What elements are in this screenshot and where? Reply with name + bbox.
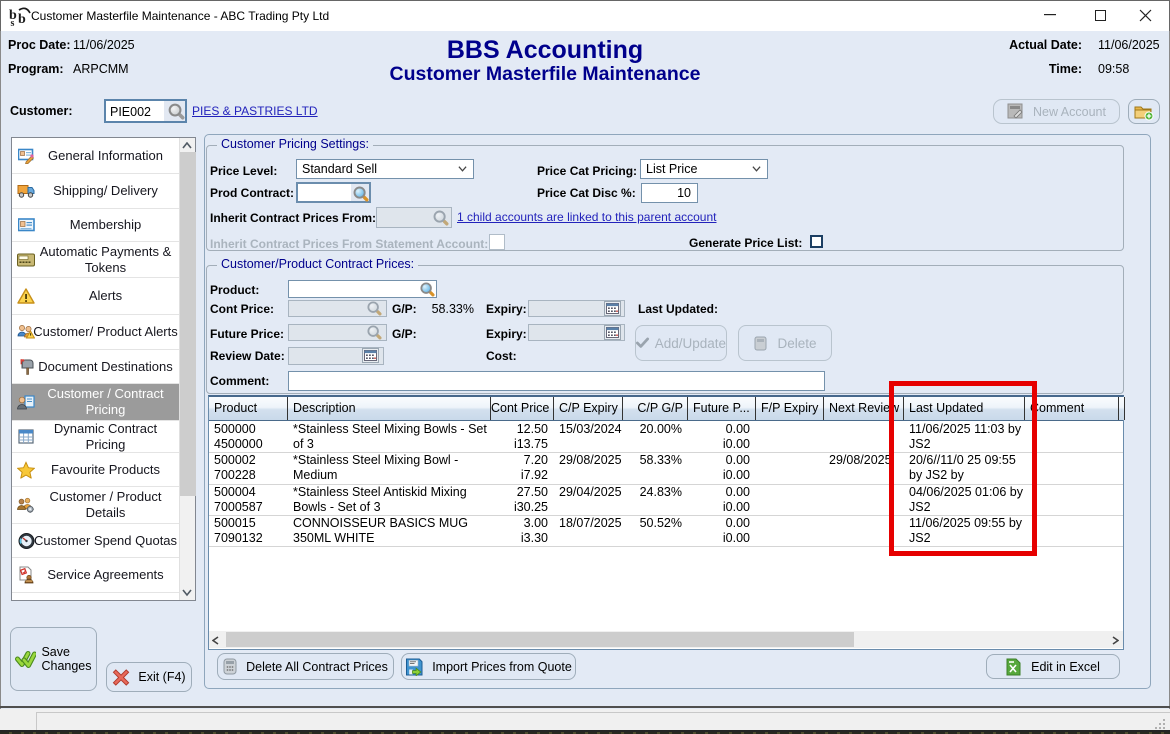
svg-text:b: b: [18, 12, 26, 27]
svg-text:s: s: [11, 18, 15, 29]
